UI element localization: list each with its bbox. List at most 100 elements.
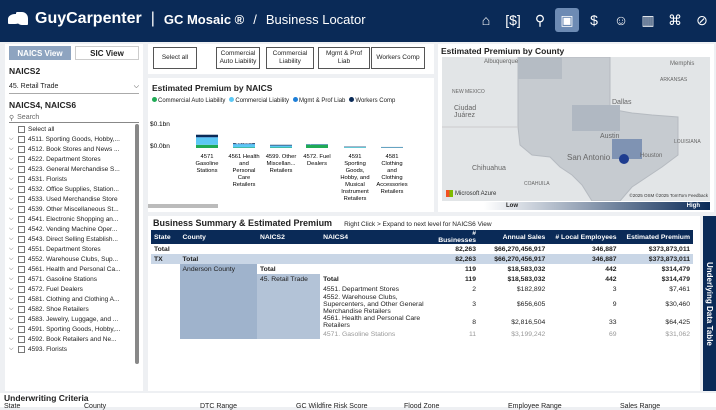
checkbox[interactable] (18, 346, 25, 353)
county-map[interactable]: Albuquerque Memphis ARKANSAS NEW MEXICO … (442, 57, 710, 201)
table-row[interactable]: 4561. Health and Personal Care Retailers… (151, 315, 693, 329)
col-estimated-premium[interactable]: Estimated Premium (620, 230, 693, 244)
col-annual-sales[interactable]: Annual Sales (479, 230, 548, 244)
col-naics2[interactable]: NAICS2 (257, 230, 320, 244)
filter-mgmt-prof-liab[interactable]: Mgmt & Prof Liab (318, 47, 370, 69)
checkbox[interactable] (18, 226, 25, 233)
table-row[interactable]: Total82,263$66,270,456,917346,887$373,87… (151, 244, 693, 254)
chart-scrollbar[interactable] (148, 204, 218, 208)
bar-segment[interactable] (344, 147, 366, 148)
chevron-down-icon[interactable]: ⌵ (9, 266, 15, 273)
chevron-down-icon[interactable]: ⌵ (9, 166, 15, 173)
tab-naics-view[interactable]: NAICS View (9, 46, 71, 60)
chevron-down-icon[interactable]: ⌵ (9, 216, 15, 223)
chevron-down-icon[interactable]: ⌵ (9, 336, 15, 343)
underlying-data-table-tab[interactable]: Underlying Data Table (703, 216, 716, 391)
chevron-down-icon[interactable]: ⌵ (9, 286, 15, 293)
list-item[interactable]: ⌵4539. Other Miscellaneous St... (9, 204, 139, 214)
checkbox[interactable] (18, 216, 25, 223)
list-item[interactable]: ⌵4541. Electronic Shopping an... (9, 214, 139, 224)
checkbox[interactable] (18, 266, 25, 273)
filter-workers-comp[interactable]: Workers Comp (371, 47, 425, 69)
chevron-down-icon[interactable]: ⌵ (9, 316, 15, 323)
list-item[interactable]: ⌵4571. Gasoline Stations (9, 274, 139, 284)
chevron-down-icon[interactable]: ⌵ (9, 176, 15, 183)
checkbox[interactable] (18, 136, 25, 143)
list-item[interactable]: ⌵4531. Florists (9, 174, 139, 184)
chevron-down-icon[interactable]: ⌵ (9, 186, 15, 193)
checkbox[interactable] (18, 146, 25, 153)
chevron-down-icon[interactable]: ⌵ (9, 226, 15, 233)
col-state[interactable]: State (151, 230, 180, 244)
home-icon[interactable]: ⌂ (474, 8, 498, 32)
chevron-down-icon[interactable]: ⌵ (9, 196, 15, 203)
col-local-employees[interactable]: # Local Employees (548, 230, 619, 244)
list-item[interactable]: Select all (9, 124, 139, 134)
checkbox[interactable] (18, 166, 25, 173)
chevron-down-icon[interactable]: ⌵ (9, 206, 15, 213)
location-pin-icon[interactable]: ⚲ (528, 8, 552, 32)
list-item[interactable]: ⌵4591. Sporting Goods, Hobby,... (9, 324, 139, 334)
checkbox[interactable] (18, 176, 25, 183)
list-item[interactable]: ⌵4593. Florists (9, 344, 139, 354)
col-businesses[interactable]: # Businesses (430, 230, 479, 244)
table-row[interactable]: TXTotal82,263$66,270,456,917346,887$373,… (151, 254, 693, 264)
checkbox[interactable] (18, 246, 25, 253)
scrollbar[interactable] (135, 124, 139, 364)
list-item[interactable]: ⌵4572. Fuel Dealers (9, 284, 139, 294)
checkbox[interactable] (18, 306, 25, 313)
bar-segment[interactable] (196, 138, 218, 145)
briefcase-icon[interactable]: ▣ (555, 8, 579, 32)
chevron-down-icon[interactable]: ⌵ (9, 346, 15, 353)
table-row[interactable]: Anderson CountyTotal119$18,583,032442$31… (151, 264, 693, 274)
naics2-dropdown[interactable]: 45. Retail Trade⌵ (9, 80, 139, 94)
list-item[interactable]: ⌵4543. Direct Selling Establish... (9, 234, 139, 244)
filter-commercial-liability[interactable]: Commercial Liability (266, 47, 314, 69)
filter-commercial-auto-liability[interactable]: Commercial Auto Liability (216, 47, 260, 69)
chevron-down-icon[interactable]: ⌵ (9, 246, 15, 253)
checkbox[interactable] (18, 336, 25, 343)
table-row[interactable]: 45. Retail TradeTotal119$18,583,032442$3… (151, 274, 693, 284)
list-item[interactable]: ⌵4533. Used Merchandise Store (9, 194, 139, 204)
list-item[interactable]: ⌵4551. Department Stores (9, 244, 139, 254)
dollar-document-icon[interactable]: [$] (501, 8, 525, 32)
list-item[interactable]: ⌵4592. Book Retailers and Ne... (9, 334, 139, 344)
chevron-down-icon[interactable]: ⌵ (9, 256, 15, 263)
checkbox[interactable] (18, 316, 25, 323)
checkbox[interactable] (18, 256, 25, 263)
list-item[interactable]: ⌵4581. Clothing and Clothing A... (9, 294, 139, 304)
list-item[interactable]: ⌵4512. Book Stores and News ... (9, 144, 139, 154)
list-item[interactable]: ⌵4522. Department Stores (9, 154, 139, 164)
list-item[interactable]: ⌵4552. Warehouse Clubs, Sup... (9, 254, 139, 264)
checkbox[interactable] (18, 236, 25, 243)
list-item[interactable]: ⌵4583. Jewelry, Luggage, and ... (9, 314, 139, 324)
bar-segment[interactable] (196, 145, 218, 148)
map-attribution[interactable]: ©2025 OSM ©2025 TomTom Feedback (629, 193, 708, 198)
checkbox[interactable] (18, 126, 25, 133)
filter-select-all[interactable]: Select all (153, 47, 197, 69)
people-icon[interactable]: ☺ (609, 8, 633, 32)
chevron-down-icon[interactable]: ⌵ (9, 326, 15, 333)
checkbox[interactable] (18, 186, 25, 193)
network-icon[interactable]: ⌘ (663, 8, 687, 32)
search-input[interactable]: ⚲Search (9, 113, 139, 123)
list-item[interactable]: ⌵4542. Vending Machine Oper... (9, 224, 139, 234)
checkbox[interactable] (18, 156, 25, 163)
buildings-icon[interactable]: ▥ (636, 8, 660, 32)
list-item[interactable]: ⌵4523. General Merchandise S... (9, 164, 139, 174)
checkbox[interactable] (18, 296, 25, 303)
list-item[interactable]: ⌵4511. Sporting Goods, Hobby,... (9, 134, 139, 144)
chevron-down-icon[interactable]: ⌵ (9, 306, 15, 313)
checkbox[interactable] (18, 286, 25, 293)
table-row[interactable]: 4552. Warehouse Clubs, Supercenters, and… (151, 294, 693, 315)
checkbox[interactable] (18, 206, 25, 213)
chevron-down-icon[interactable]: ⌵ (9, 236, 15, 243)
col-naics4[interactable]: NAICS4 (320, 230, 430, 244)
list-item[interactable]: ⌵4532. Office Supplies, Station... (9, 184, 139, 194)
dollar-search-icon[interactable]: $ (582, 8, 606, 32)
list-item[interactable]: ⌵4561. Health and Personal Ca... (9, 264, 139, 274)
checkbox[interactable] (18, 326, 25, 333)
table-row[interactable]: 4571. Gasoline Stations11$3,199,24269$31… (151, 329, 693, 339)
table-row[interactable]: 4551. Department Stores2$182,8923$7,461 (151, 284, 693, 294)
chevron-down-icon[interactable]: ⌵ (9, 276, 15, 283)
